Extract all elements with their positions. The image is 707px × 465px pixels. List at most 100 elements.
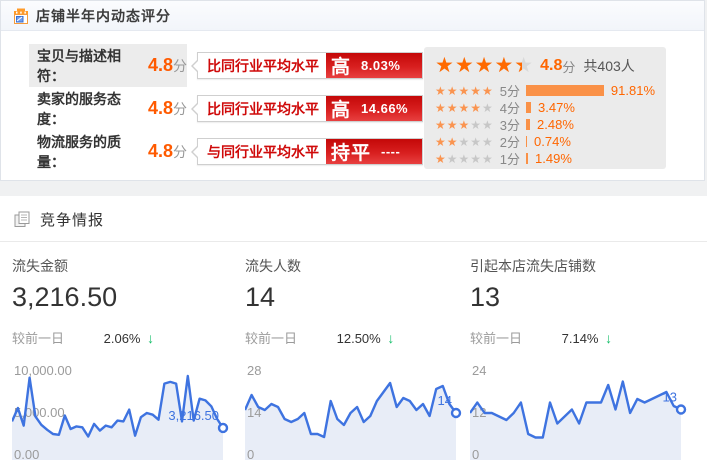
rating-distribution: ★★★★★ 5分 91.81% ★★★★★ 4分 3.47% ★★★★★ 3分 … bbox=[435, 82, 655, 167]
down-arrow-icon: ↓ bbox=[605, 330, 612, 346]
distribution-bar bbox=[526, 102, 531, 113]
rating-label: 物流服务的质量： bbox=[37, 132, 143, 172]
competition-section: 竞争情报 流失金额 3,216.50 较前一日 2.06% ↓ 流失人数 14 … bbox=[0, 196, 707, 465]
metric-compare: 较前一日 7.14% ↓ bbox=[470, 328, 696, 347]
rating-label-box: 宝贝与描述相符： 4.8 分 bbox=[29, 44, 187, 87]
overall-score-unit: 分 bbox=[562, 57, 575, 76]
rating-rows: 宝贝与描述相符： 4.8 分 比同行业平均水平 高 8.03% 卖家的服务态度：… bbox=[29, 44, 423, 173]
badge-value: 8.03% bbox=[361, 58, 400, 73]
industry-compare-badge: 与同行业平均水平 持平 ---- bbox=[197, 138, 423, 165]
distribution-percent: 3.47% bbox=[538, 100, 575, 115]
svg-text:3,216.50: 3,216.50 bbox=[168, 408, 219, 423]
badge-value: 14.66% bbox=[361, 101, 408, 116]
star-row-icon: ★★★★★ bbox=[435, 153, 494, 165]
down-arrow-icon: ↓ bbox=[387, 330, 394, 346]
metric-label: 流失人数 bbox=[245, 256, 471, 276]
industry-compare-badge: 比同行业平均水平 高 8.03% bbox=[197, 52, 423, 79]
competition-header: 竞争情报 bbox=[0, 196, 707, 242]
ratings-panel-title: 店铺半年内动态评分 bbox=[36, 6, 171, 26]
metric-label: 引起本店流失店铺数 bbox=[470, 256, 696, 276]
compare-label: 较前一日 bbox=[470, 328, 558, 347]
competition-title: 竞争情报 bbox=[40, 209, 104, 230]
svg-text:0.00: 0.00 bbox=[14, 447, 39, 460]
star-fill-overlay: ★★★★★ bbox=[435, 55, 522, 77]
overall-star-rating-icon: ★★★★★★★★★★ bbox=[435, 55, 534, 77]
metric-value: 3,216.50 bbox=[12, 282, 238, 313]
svg-text:10,000.00: 10,000.00 bbox=[14, 363, 72, 378]
competitor-shops-trend-chart[interactable]: 2412013 bbox=[470, 356, 695, 460]
rating-row-service[interactable]: 卖家的服务态度： 4.8 分 比同行业平均水平 高 14.66% bbox=[29, 87, 423, 130]
badge-prefix-text: 比同行业平均水平 bbox=[198, 96, 326, 121]
distribution-bar bbox=[526, 85, 604, 96]
distribution-bar bbox=[526, 136, 527, 147]
ratings-panel-header: 店铺半年内动态评分 bbox=[1, 1, 704, 31]
badge-value: ---- bbox=[381, 144, 400, 159]
lost-visitors-trend-chart[interactable]: 2814014 bbox=[245, 356, 470, 460]
distribution-percent: 0.74% bbox=[534, 134, 571, 149]
metric-lost-visitors: 流失人数 14 较前一日 12.50% ↓ bbox=[245, 256, 471, 347]
svg-text:24: 24 bbox=[472, 363, 486, 378]
rating-row-description[interactable]: 宝贝与描述相符： 4.8 分 比同行业平均水平 高 8.03% bbox=[29, 44, 423, 87]
badge-result: 持平 ---- bbox=[326, 139, 422, 164]
rating-label: 卖家的服务态度： bbox=[37, 89, 143, 129]
rating-score: 4.8 bbox=[148, 98, 173, 119]
compare-change: 12.50% bbox=[337, 331, 381, 346]
shop-icon bbox=[13, 8, 29, 24]
overall-rating-row: ★★★★★★★★★★ 4.8 分 共403人 bbox=[435, 53, 655, 79]
star-row-icon: ★★★★★ bbox=[435, 119, 494, 131]
svg-text:0: 0 bbox=[247, 447, 254, 460]
rating-label-box: 物流服务的质量： 4.8 分 bbox=[29, 130, 187, 173]
badge-word: 持平 bbox=[331, 138, 371, 165]
rating-score-unit: 分 bbox=[173, 99, 187, 119]
down-arrow-icon: ↓ bbox=[147, 330, 154, 346]
metric-compare: 较前一日 12.50% ↓ bbox=[245, 328, 471, 347]
compare-label: 较前一日 bbox=[245, 328, 333, 347]
svg-text:28: 28 bbox=[247, 363, 261, 378]
distribution-percent: 1.49% bbox=[535, 151, 572, 166]
rating-row-logistics[interactable]: 物流服务的质量： 4.8 分 与同行业平均水平 持平 ---- bbox=[29, 130, 423, 173]
distribution-row: ★★★★★ 4分 3.47% bbox=[435, 99, 655, 116]
rating-label: 宝贝与描述相符： bbox=[37, 46, 143, 86]
distribution-row: ★★★★★ 5分 91.81% bbox=[435, 82, 655, 99]
metric-lost-amount: 流失金额 3,216.50 较前一日 2.06% ↓ bbox=[12, 256, 238, 347]
distribution-row: ★★★★★ 3分 2.48% bbox=[435, 116, 655, 133]
overall-score: 4.8 bbox=[540, 57, 562, 75]
distribution-label: 1分 bbox=[500, 149, 520, 168]
badge-prefix-text: 比同行业平均水平 bbox=[198, 53, 326, 78]
badge-word: 高 bbox=[331, 52, 351, 79]
metric-competitor-shops: 引起本店流失店铺数 13 较前一日 7.14% ↓ bbox=[470, 256, 696, 347]
metric-value: 13 bbox=[470, 282, 696, 313]
rating-summary-box: ★★★★★★★★★★ 4.8 分 共403人 ★★★★★ 5分 91.81% ★… bbox=[424, 47, 666, 169]
metric-compare: 较前一日 2.06% ↓ bbox=[12, 328, 238, 347]
compare-change: 2.06% bbox=[104, 331, 141, 346]
industry-compare-badge: 比同行业平均水平 高 14.66% bbox=[197, 95, 423, 122]
distribution-row: ★★★★★ 1分 1.49% bbox=[435, 150, 655, 167]
star-row-icon: ★★★★★ bbox=[435, 102, 494, 114]
rating-label-box: 卖家的服务态度： 4.8 分 bbox=[29, 87, 187, 130]
rating-count: 共403人 bbox=[583, 56, 634, 76]
rating-score-unit: 分 bbox=[173, 142, 187, 162]
shop-ratings-panel: 店铺半年内动态评分 宝贝与描述相符： 4.8 分 比同行业平均水平 高 8.03… bbox=[0, 0, 705, 181]
distribution-percent: 91.81% bbox=[611, 83, 655, 98]
compare-change: 7.14% bbox=[562, 331, 599, 346]
badge-result: 高 8.03% bbox=[326, 53, 422, 78]
badge-word: 高 bbox=[331, 95, 351, 122]
distribution-bar bbox=[526, 119, 530, 130]
distribution-row: ★★★★★ 2分 0.74% bbox=[435, 133, 655, 150]
star-row-icon: ★★★★★ bbox=[435, 136, 494, 148]
rating-score: 4.8 bbox=[148, 141, 173, 162]
distribution-percent: 2.48% bbox=[537, 117, 574, 132]
compare-label: 较前一日 bbox=[12, 328, 100, 347]
lost-amount-trend-chart[interactable]: 10,000.005,000.000.003,216.50 bbox=[12, 356, 237, 460]
reports-copy-icon bbox=[14, 211, 31, 228]
rating-score-unit: 分 bbox=[173, 56, 187, 76]
distribution-bar bbox=[526, 153, 528, 164]
star-row-icon: ★★★★★ bbox=[435, 85, 494, 97]
svg-text:13: 13 bbox=[663, 390, 677, 405]
badge-result: 高 14.66% bbox=[326, 96, 422, 121]
rating-score: 4.8 bbox=[148, 55, 173, 76]
metric-label: 流失金额 bbox=[12, 256, 238, 276]
badge-prefix-text: 与同行业平均水平 bbox=[198, 139, 326, 164]
metric-value: 14 bbox=[245, 282, 471, 313]
svg-text:0: 0 bbox=[472, 447, 479, 460]
